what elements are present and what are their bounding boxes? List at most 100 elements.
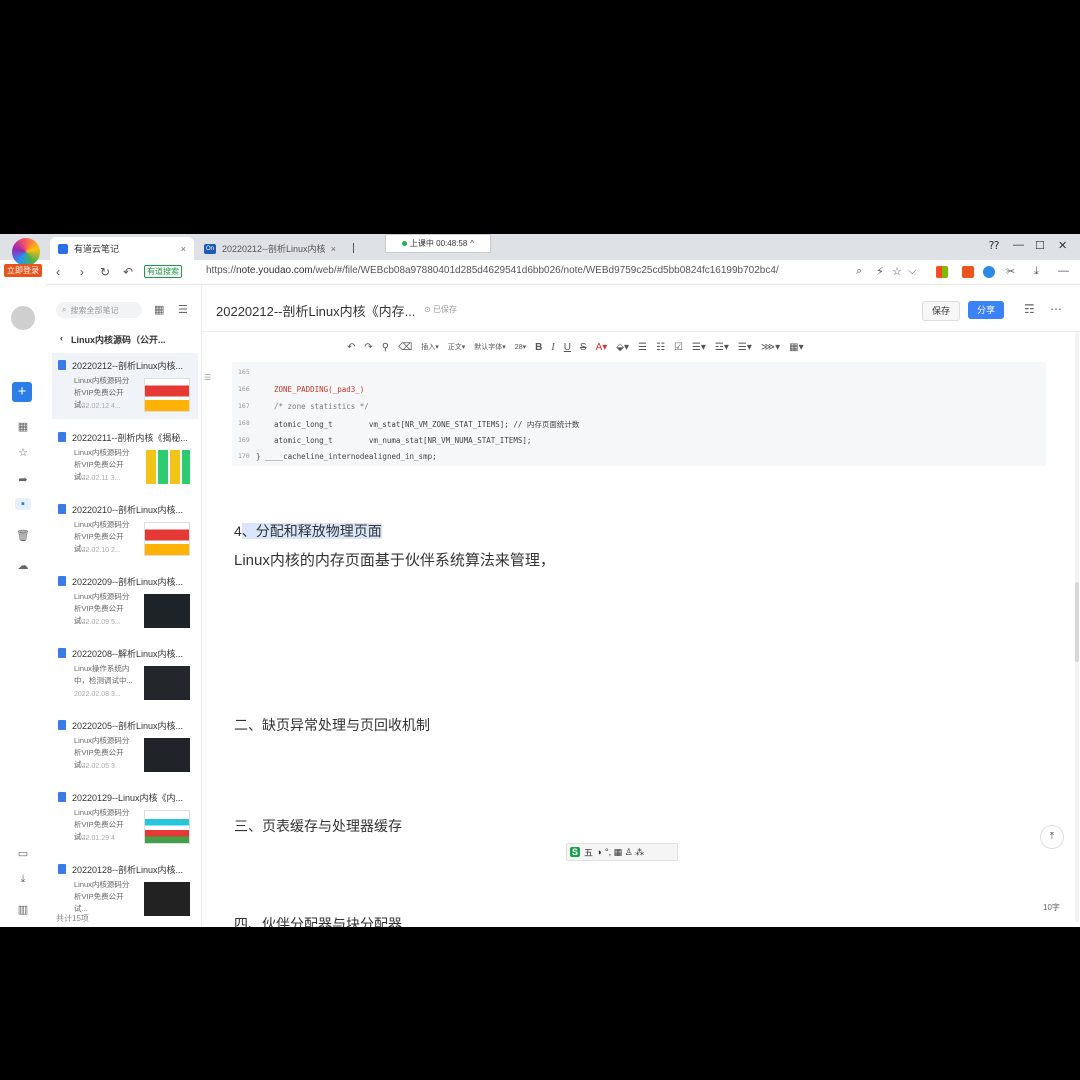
close-tab-icon[interactable]: ×: [331, 244, 336, 254]
italic-button[interactable]: I: [551, 342, 554, 353]
font-size-dropdown[interactable]: 28▾: [515, 343, 526, 351]
download-icon[interactable]: ⤓: [1034, 265, 1039, 278]
list-item[interactable]: 20220212--剖析Linux内核... Linux内核源码分 析VIP免费…: [52, 353, 198, 419]
eraser-icon[interactable]: ⌫: [398, 342, 412, 353]
scrollbar[interactable]: [1075, 332, 1079, 922]
recent-icon[interactable]: ▦: [15, 420, 31, 433]
font-family-dropdown[interactable]: 默认字体▾: [474, 342, 506, 352]
list-item[interactable]: 20220209--剖析Linux内核... Linux内核源码分 析VIP免费…: [52, 569, 198, 635]
outline-icon[interactable]: ☶: [1024, 302, 1035, 316]
share-icon[interactable]: ➦: [15, 473, 31, 486]
home-button[interactable]: ↶: [123, 265, 133, 279]
close-tab-icon[interactable]: ×: [181, 244, 186, 254]
recording-indicator[interactable]: 上课中 00:48:58 ^: [385, 234, 491, 253]
extension-game-icon[interactable]: [962, 266, 974, 278]
scrollbar-thumb[interactable]: [1075, 582, 1079, 662]
ime-tools-icon[interactable]: ◗ °, ▦ ♙ ⁂: [597, 847, 644, 858]
section-heading[interactable]: 四、伙伴分配器与块分配器: [234, 914, 402, 927]
url-host: note.youdao.com: [236, 265, 313, 276]
bullet-list-icon[interactable]: ☰: [638, 342, 647, 353]
section-heading[interactable]: 4、分配和释放物理页面: [234, 521, 382, 541]
list-item[interactable]: 20220211--剖析内核《揭秘... Linux内核源码分 析VIP免费公开…: [52, 425, 198, 491]
body-paragraph[interactable]: Linux内核的内存页面基于伙伴系统算法来管理，: [234, 549, 555, 570]
maximize-button[interactable]: ☐: [1035, 239, 1045, 252]
list-item[interactable]: 20220208--解析Linux内核... Linux操作系统内 中，检测调试…: [52, 641, 198, 707]
cloud-icon[interactable]: ☁: [15, 559, 31, 572]
page-title[interactable]: 20220212--剖析Linux内核《内存...: [216, 301, 415, 320]
star-icon[interactable]: ☆: [15, 446, 31, 459]
bold-button[interactable]: B: [535, 342, 542, 353]
insert-dropdown[interactable]: 插入▾: [421, 342, 439, 352]
search-engine-badge[interactable]: 有道搜索: [144, 265, 182, 278]
redo-icon[interactable]: ↷: [364, 342, 372, 353]
note-title: 20220128--剖析Linux内核...: [72, 865, 184, 875]
list-item[interactable]: 20220210--剖析Linux内核... Linux内核源码分 析VIP免费…: [52, 497, 198, 563]
numbered-list-icon[interactable]: ☷: [656, 342, 665, 353]
paragraph-style-dropdown[interactable]: 正文▾: [448, 342, 466, 352]
sort-icon[interactable]: ☰: [178, 303, 188, 316]
todo-list-icon[interactable]: ☑: [674, 342, 683, 353]
list-item[interactable]: 20220205--剖析Linux内核... Linux内核源码分 析VIP免费…: [52, 713, 198, 779]
highlight-icon[interactable]: ⬙▾: [616, 342, 629, 353]
back-chevron-icon[interactable]: ‹: [60, 333, 63, 346]
code-block[interactable]: 165 166 ZONE_PADDING(_pad3_) 167 /* zone…: [232, 362, 1046, 466]
url-field[interactable]: https://note.youdao.com/web/#/file/WEBcb…: [206, 265, 846, 276]
tab-linux-kernel-note[interactable]: On 20220212--剖析Linux内核《 ×: [196, 237, 344, 260]
note-date: 2022.02.08: [74, 691, 110, 698]
strikethrough-button[interactable]: S: [580, 342, 587, 353]
forward-button[interactable]: ›: [80, 265, 84, 279]
format-toolbar: ↶ ↷ ⚲ ⌫ 插入▾ 正文▾ 默认字体▾ 28▾ B I U S A▾ ⬙▾ …: [347, 339, 804, 355]
back-to-top-button[interactable]: ⤒: [1040, 825, 1064, 849]
close-window-button[interactable]: ✕: [1058, 239, 1067, 252]
heading-text-selected: 、分配和释放物理页面: [241, 523, 382, 539]
list-item[interactable]: 20220129--Linux内核《内... Linux内核源码分 析VIP免费…: [52, 785, 198, 851]
share-button[interactable]: 分享: [968, 301, 1004, 319]
back-button[interactable]: ‹: [56, 265, 60, 279]
extension-globe-icon[interactable]: [983, 266, 995, 278]
undo-icon[interactable]: ↶: [347, 342, 355, 353]
more-format-dropdown[interactable]: ⋙▾: [761, 342, 780, 353]
scissors-icon[interactable]: ✂: [1006, 265, 1015, 278]
reload-button[interactable]: ↻: [100, 265, 110, 279]
avatar[interactable]: [11, 306, 35, 330]
save-button[interactable]: 保存: [922, 301, 960, 321]
indent-dropdown[interactable]: ☲▾: [715, 342, 729, 353]
chevron-down-icon[interactable]: ⌵: [908, 265, 916, 278]
more-icon[interactable]: ⋯: [1050, 302, 1062, 316]
block-handle-icon[interactable]: ☰: [204, 373, 211, 382]
section-heading[interactable]: 二、缺页异常处理与页回收机制: [234, 715, 430, 735]
login-label[interactable]: 立即登录: [4, 264, 42, 277]
help-icon[interactable]: ⁇: [989, 239, 999, 252]
grid-view-icon[interactable]: ▦: [154, 303, 164, 316]
line-height-dropdown[interactable]: ☰▾: [738, 342, 752, 353]
folder-icon[interactable]: ▪: [15, 498, 31, 510]
note-date: 2022.02.05: [74, 763, 110, 770]
new-note-button[interactable]: +: [12, 382, 32, 402]
lightning-icon[interactable]: ⚡: [876, 265, 884, 278]
star-icon[interactable]: ☆: [892, 265, 902, 278]
download-icon[interactable]: ⤓: [15, 873, 31, 886]
align-dropdown[interactable]: ☰▾: [692, 342, 706, 353]
search-input[interactable]: ⌕ 搜索全部笔记: [56, 302, 142, 318]
tab-title: 有道云笔记: [74, 244, 120, 254]
format-painter-icon[interactable]: ⚲: [382, 342, 389, 353]
section-heading[interactable]: 三、页表缓存与处理器缓存: [234, 816, 402, 836]
panel-toggle-icon[interactable]: ▥: [15, 903, 31, 916]
menu-icon[interactable]: —: [1058, 265, 1069, 277]
minimize-button[interactable]: —: [1013, 239, 1024, 251]
folder-breadcrumb[interactable]: ‹ Linux内核源码（公开...: [60, 333, 166, 346]
zoom-icon[interactable]: ⌕: [856, 265, 862, 278]
ime-mode[interactable]: 五: [584, 846, 593, 859]
recording-label: 上课中 00:48:58: [409, 239, 468, 248]
trash-icon[interactable]: 🗑: [15, 529, 31, 542]
tab-youdao-note[interactable]: 有道云笔记 ×: [50, 237, 194, 260]
ime-toolbar[interactable]: S 五 ◗ °, ▦ ♙ ⁂: [566, 843, 678, 861]
device-icon[interactable]: ▭: [15, 847, 31, 860]
extension-windows-icon[interactable]: [936, 266, 948, 278]
url-path: /web/#/file/WEBcb08a97880401d285d4629541…: [312, 265, 779, 276]
table-dropdown[interactable]: ▦▾: [789, 342, 803, 353]
note-title: 20220209--剖析Linux内核...: [72, 577, 184, 587]
underline-button[interactable]: U: [564, 342, 571, 353]
font-color-button[interactable]: A▾: [596, 342, 608, 353]
browser-logo[interactable]: 立即登录: [4, 238, 44, 278]
